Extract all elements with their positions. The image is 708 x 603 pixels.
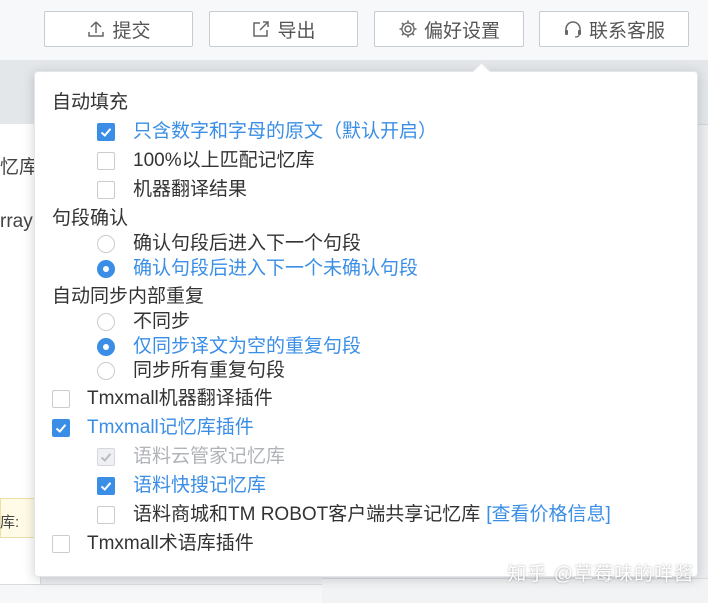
option-label: 确认句段后进入下一个未确认句段	[133, 258, 419, 279]
checkbox-checked-icon[interactable]	[52, 419, 70, 437]
segment-confirm-title: 句段确认	[52, 208, 129, 229]
option-label: 语料云管家记忆库	[133, 446, 286, 467]
term-plugin-checkbox[interactable]: Tmxmall术语库插件	[52, 532, 254, 556]
option-label: 仅同步译文为空的重复句段	[133, 336, 362, 357]
preferences-popover: 自动填充 只含数字和字母的原文（默认开启） 100%以上匹配记忆库 机器翻译结果…	[34, 62, 698, 577]
auto-fill-mt-checkbox[interactable]: 机器翻译结果	[97, 178, 247, 202]
preferences-label: 偏好设置	[423, 20, 500, 42]
auto-fill-alnum-checkbox[interactable]: 只含数字和字母的原文（默认开启）	[97, 120, 437, 144]
sync-empty-only-radio[interactable]: 仅同步译文为空的重复句段	[97, 335, 361, 359]
checkbox-icon[interactable]	[52, 535, 70, 553]
tm-plugin-checkbox[interactable]: Tmxmall记忆库插件	[52, 416, 254, 440]
option-label: 机器翻译结果	[133, 179, 248, 200]
option-label: 同步所有重复句段	[133, 360, 286, 381]
sync-none-radio[interactable]: 不同步	[97, 310, 190, 334]
export-icon	[253, 21, 270, 37]
mt-plugin-checkbox[interactable]: Tmxmall机器翻译插件	[52, 387, 273, 411]
preferences-button[interactable]: 偏好设置	[374, 11, 524, 47]
option-label: Tmxmall机器翻译插件	[87, 388, 273, 409]
option-label: 100%以上匹配记忆库	[133, 150, 315, 171]
option-label: 语料快搜记忆库	[133, 475, 267, 496]
contact-support-button[interactable]: 联系客服	[539, 11, 689, 47]
auto-fill-tm-match-checkbox[interactable]: 100%以上匹配记忆库	[97, 149, 315, 173]
upload-icon	[88, 21, 105, 37]
quick-search-tm-checkbox[interactable]: 语料快搜记忆库	[97, 474, 266, 498]
checkbox-disabled-icon	[97, 448, 115, 466]
background-footer-left	[0, 584, 322, 603]
confirm-next-unconfirmed-radio[interactable]: 确认句段后进入下一个未确认句段	[97, 257, 418, 281]
headset-icon	[564, 21, 581, 38]
checkbox-icon[interactable]	[97, 506, 115, 524]
confirm-next-segment-radio[interactable]: 确认句段后进入下一个句段	[97, 232, 361, 256]
background-text-2: rray	[0, 211, 33, 232]
radio-selected-icon[interactable]	[97, 338, 115, 356]
option-label: 确认句段后进入下一个句段	[133, 233, 362, 254]
export-button[interactable]: 导出	[209, 11, 358, 47]
checkbox-checked-icon[interactable]	[97, 477, 115, 495]
sync-all-radio[interactable]: 同步所有重复句段	[97, 359, 285, 383]
watermark: 知乎 @草莓味的咩酱	[507, 564, 694, 585]
radio-icon[interactable]	[97, 235, 115, 253]
checkbox-icon[interactable]	[52, 390, 70, 408]
option-label: Tmxmall记忆库插件	[87, 417, 254, 438]
shared-tm-checkbox[interactable]: 语料商城和TM ROBOT客户端共享记忆库 [查看价格信息]	[97, 503, 611, 527]
option-label: 不同步	[133, 311, 191, 332]
option-label: 只含数字和字母的原文（默认开启）	[133, 121, 438, 142]
checkbox-checked-icon[interactable]	[97, 123, 115, 141]
cloud-tm-checkbox: 语料云管家记忆库	[97, 445, 285, 469]
support-label: 联系客服	[588, 20, 665, 42]
radio-selected-icon[interactable]	[97, 260, 115, 278]
gear-icon	[399, 20, 417, 38]
submit-label: 提交	[112, 20, 151, 42]
background-text-3: 库:	[0, 514, 20, 531]
submit-button[interactable]: 提交	[44, 11, 193, 47]
auto-sync-title: 自动同步内部重复	[52, 286, 205, 307]
option-label: Tmxmall术语库插件	[87, 533, 254, 554]
option-label: 语料商城和TM ROBOT客户端共享记忆库	[133, 504, 481, 525]
checkbox-icon[interactable]	[97, 152, 115, 170]
export-label: 导出	[277, 20, 316, 42]
radio-icon[interactable]	[97, 313, 115, 331]
checkbox-icon[interactable]	[97, 181, 115, 199]
radio-icon[interactable]	[97, 362, 115, 380]
toolbar: 提交 导出 偏好设置 联系客服	[0, 0, 708, 61]
auto-fill-title: 自动填充	[52, 92, 129, 113]
background-text-1: 忆库	[0, 157, 39, 178]
view-price-link[interactable]: [查看价格信息]	[486, 503, 611, 527]
